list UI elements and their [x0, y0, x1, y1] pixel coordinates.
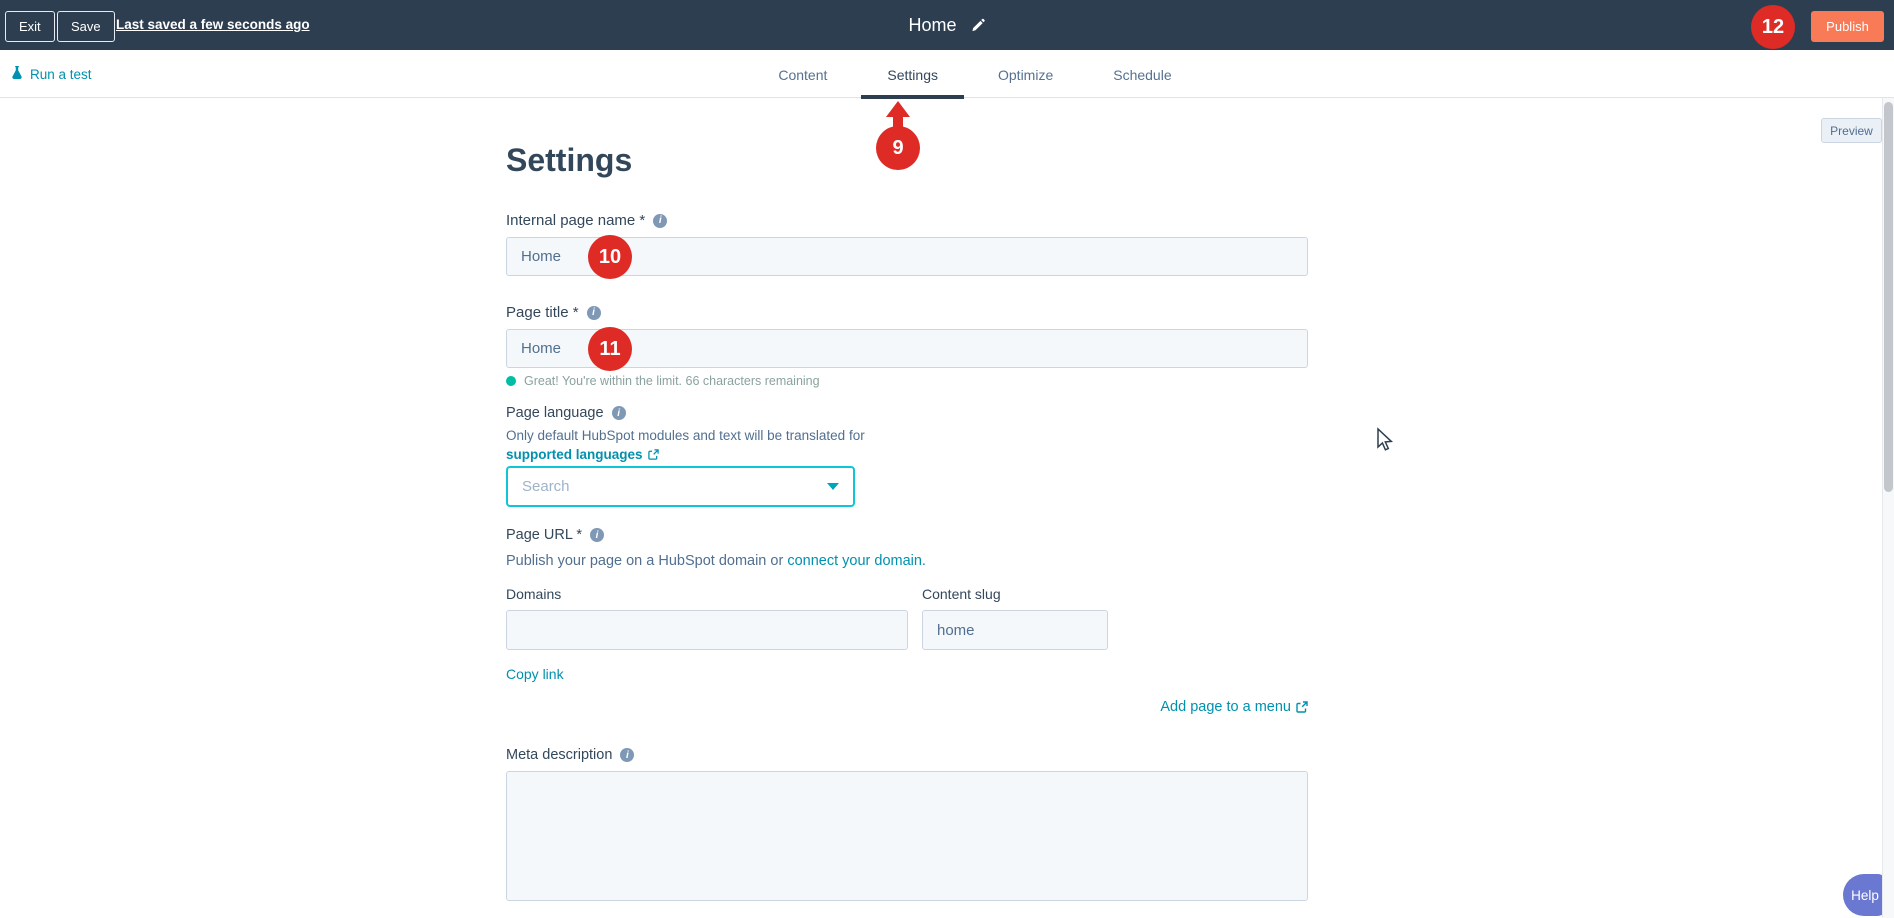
annotation-badge-10: 10 [588, 235, 632, 279]
settings-heading: Settings [506, 142, 632, 179]
page-url-label-text: Page URL * [506, 527, 582, 543]
title-length-message: Great! You're within the limit. 66 chara… [524, 374, 820, 388]
editor-subnav: Run a test Content Settings Optimize Sch… [0, 50, 1894, 98]
page-title-label: Page title * i [506, 304, 601, 321]
tab-optimize[interactable]: Optimize [972, 50, 1079, 98]
save-button[interactable]: Save [57, 11, 115, 42]
page-editor: Exit Save Last saved a few seconds ago H… [0, 0, 1894, 918]
external-link-icon [1296, 701, 1308, 713]
page-url-helper: Publish your page on a HubSpot domain or… [506, 553, 926, 569]
add-page-to-menu-link[interactable]: Add page to a menu [506, 699, 1308, 715]
supported-languages-label: supported languages [506, 447, 643, 462]
annotation-badge-12: 12 [1751, 5, 1795, 49]
content-slug-input[interactable] [922, 610, 1108, 650]
content-slug-label: Content slug [922, 586, 1001, 602]
page-url-label: Page URL * i [506, 527, 604, 543]
info-icon[interactable]: i [620, 748, 634, 762]
internal-page-name-label: Internal page name * i [506, 212, 667, 229]
supported-languages-link[interactable]: supported languages [506, 447, 659, 462]
page-url-helper-text: Publish your page on a HubSpot domain or [506, 553, 783, 569]
page-title: Home [908, 15, 956, 36]
publish-button[interactable]: Publish [1811, 11, 1884, 42]
help-button[interactable]: Help [1843, 874, 1887, 916]
page-title-label-text: Page title * [506, 304, 579, 321]
copy-link-label: Copy link [506, 666, 564, 682]
success-dot-icon [506, 376, 516, 386]
meta-description-label-text: Meta description [506, 747, 612, 763]
page-language-label-text: Page language [506, 405, 604, 421]
meta-description-textarea[interactable] [506, 771, 1308, 901]
domains-input[interactable] [506, 610, 908, 650]
page-title-editor: Home [908, 0, 985, 50]
annotation-badge-11: 11 [588, 327, 632, 371]
tab-content[interactable]: Content [752, 50, 853, 98]
info-icon[interactable]: i [653, 214, 667, 228]
add-page-to-menu-label: Add page to a menu [1160, 699, 1291, 715]
scrollbar-thumb[interactable] [1884, 102, 1893, 492]
last-saved-status[interactable]: Last saved a few seconds ago [116, 17, 310, 32]
external-link-icon [648, 449, 659, 460]
info-icon[interactable]: i [612, 406, 626, 420]
tab-bar: Content Settings Optimize Schedule [0, 50, 1894, 98]
meta-description-label: Meta description i [506, 747, 634, 763]
mouse-cursor-icon [1374, 427, 1396, 462]
info-icon[interactable]: i [587, 306, 601, 320]
page-language-label: Page language i [506, 405, 626, 421]
page-language-select[interactable]: Search [506, 466, 855, 507]
exit-button[interactable]: Exit [5, 11, 55, 42]
internal-page-name-label-text: Internal page name * [506, 212, 645, 229]
top-navbar: Exit Save Last saved a few seconds ago H… [0, 0, 1894, 50]
select-placeholder: Search [522, 478, 827, 495]
info-icon[interactable]: i [590, 528, 604, 542]
connect-your-domain-link[interactable]: connect your domain. [787, 553, 926, 569]
tab-settings[interactable]: Settings [861, 50, 964, 98]
page-language-helper: Only default HubSpot modules and text wi… [506, 428, 865, 443]
edit-pencil-icon[interactable] [971, 18, 986, 33]
tab-schedule[interactable]: Schedule [1087, 50, 1197, 98]
chevron-down-icon [827, 483, 839, 490]
preview-button[interactable]: Preview [1821, 118, 1882, 143]
annotation-badge-9: 9 [876, 126, 920, 170]
title-length-feedback: Great! You're within the limit. 66 chara… [506, 374, 820, 388]
copy-link[interactable]: Copy link [506, 666, 564, 682]
domains-label: Domains [506, 586, 561, 602]
